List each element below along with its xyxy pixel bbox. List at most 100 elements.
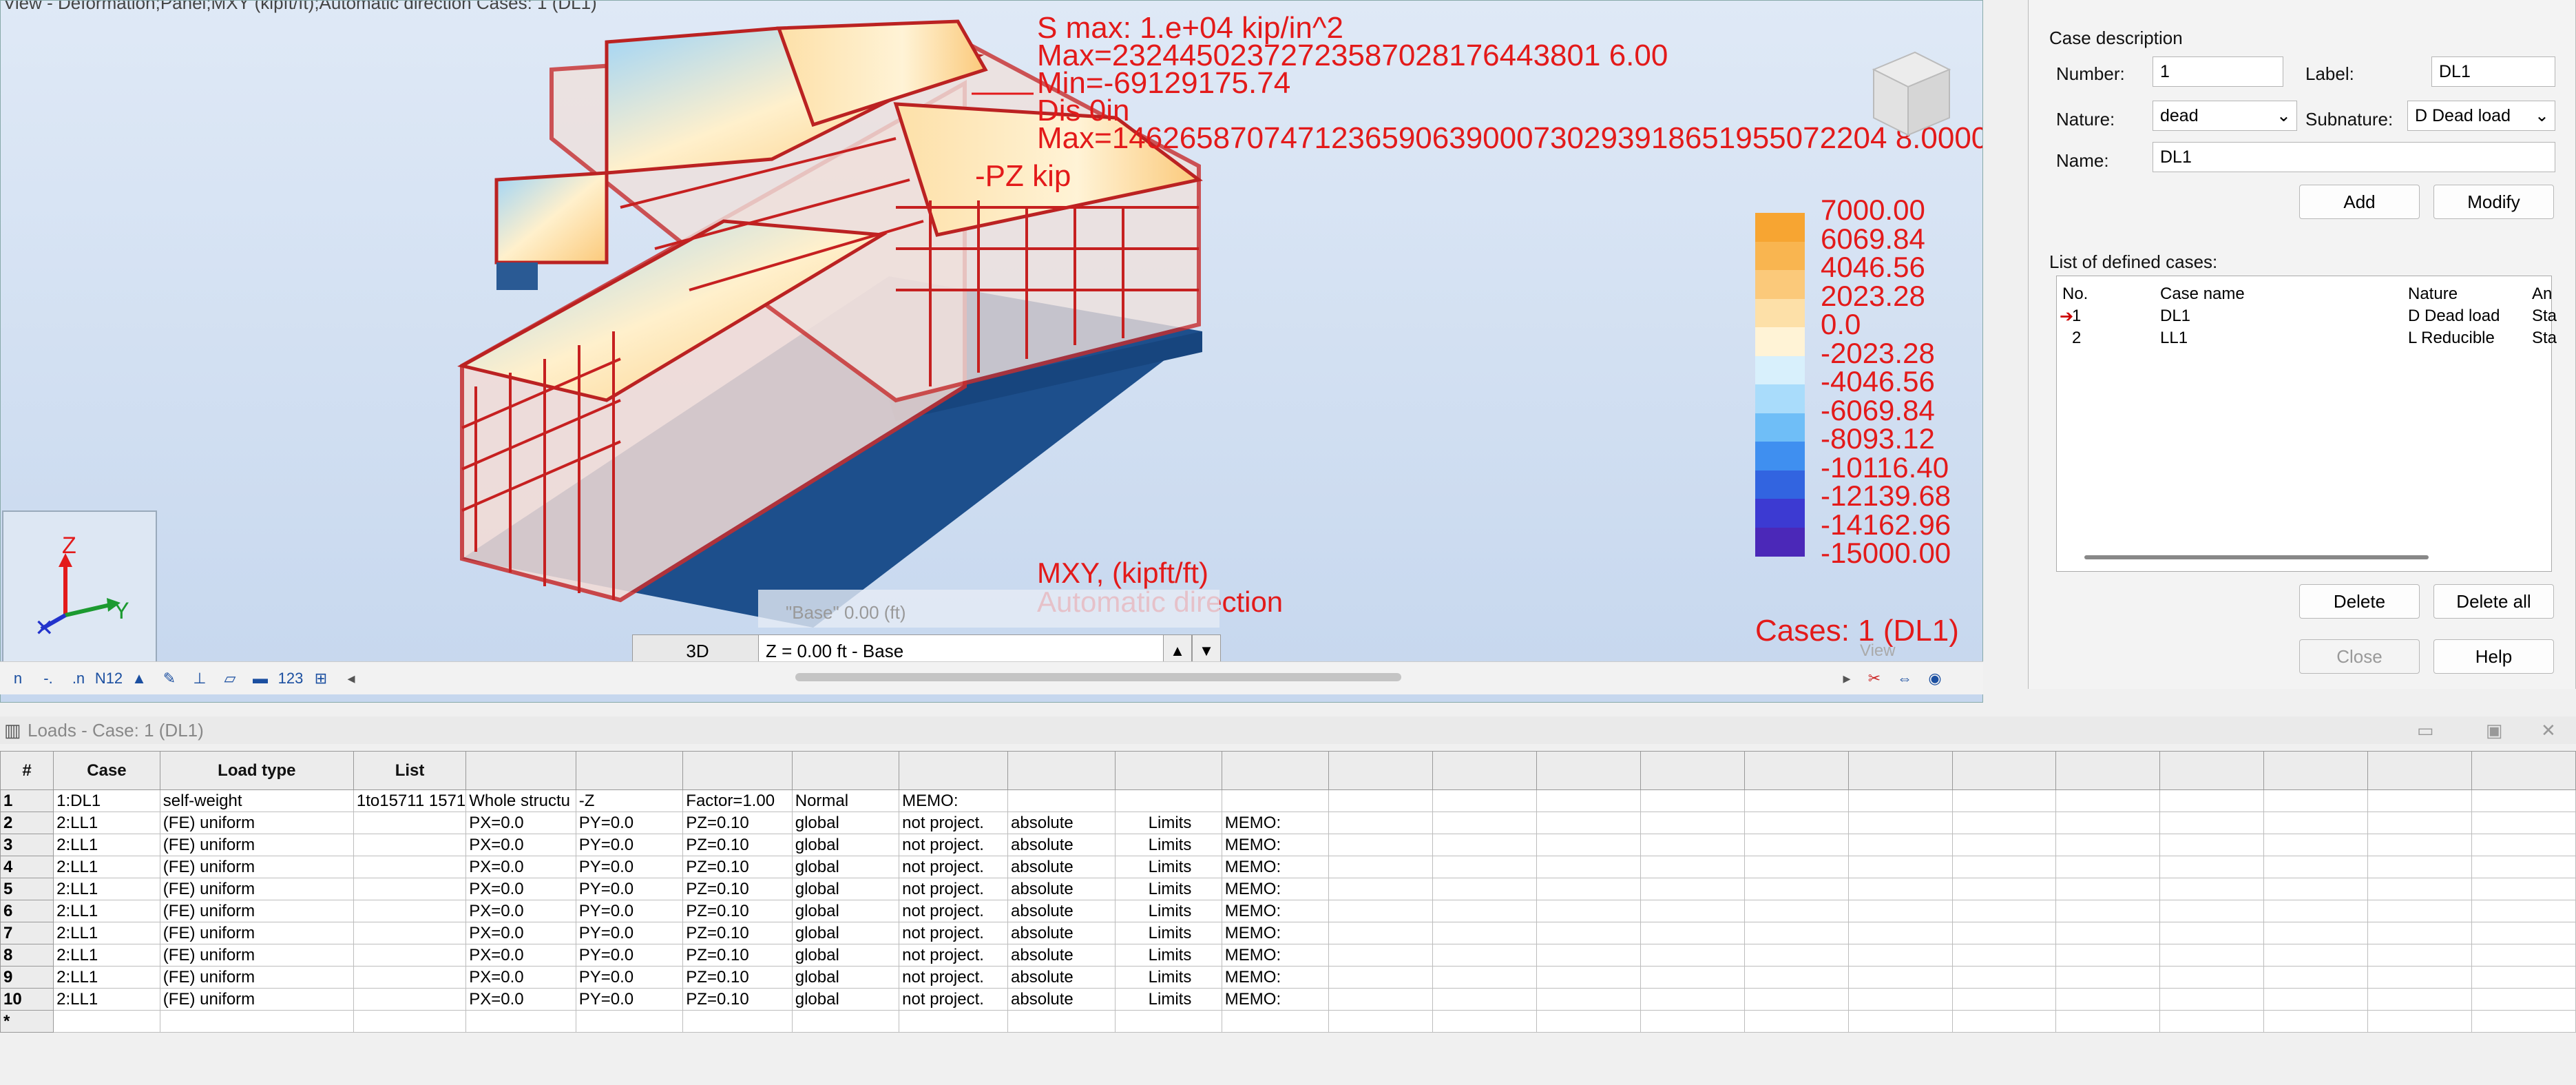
table-cell[interactable] xyxy=(1536,834,1642,856)
table-cell[interactable] xyxy=(1847,789,1953,812)
table-row[interactable]: 3 2:LL1 (FE) uniform PX=0.0 PY=0.0 PZ=0.10 glo… xyxy=(0,834,2576,856)
table-cell[interactable] xyxy=(1328,856,1434,878)
table-cell[interactable] xyxy=(1640,812,1745,834)
table-cell[interactable] xyxy=(2055,878,2161,900)
table-cell[interactable]: not project. xyxy=(899,878,1009,900)
table-cell[interactable] xyxy=(353,834,467,856)
column-header[interactable] xyxy=(1007,751,1116,790)
table-cell[interactable]: PY=0.0 xyxy=(575,900,684,922)
table-cell[interactable] xyxy=(1328,789,1434,812)
table-cell[interactable] xyxy=(1328,988,1434,1011)
table-cell[interactable] xyxy=(2055,988,2161,1011)
table-cell[interactable] xyxy=(1536,922,1642,944)
table-cell[interactable]: absolute xyxy=(1007,944,1116,967)
table-cell[interactable]: not project. xyxy=(899,988,1009,1011)
table-cell[interactable]: PY=0.0 xyxy=(575,812,684,834)
column-header[interactable] xyxy=(2055,751,2161,790)
name-field[interactable]: DL1 xyxy=(2153,142,2555,172)
table-cell[interactable]: MEMO: xyxy=(1221,834,1330,856)
table-cell[interactable] xyxy=(353,922,467,944)
defined-cases-list[interactable]: No. Case name Nature An ➔ 1 DL1 D Dead l… xyxy=(2056,276,2557,572)
table-cell[interactable]: absolute xyxy=(1007,834,1116,856)
list-scrollbar[interactable] xyxy=(2084,555,2429,559)
table-cell[interactable] xyxy=(2263,966,2369,989)
table-cell[interactable] xyxy=(1328,812,1434,834)
table-cell[interactable]: (FE) uniform xyxy=(159,856,354,878)
table-cell[interactable] xyxy=(353,812,467,834)
support-icon[interactable]: ▲ xyxy=(124,665,154,692)
table-cell[interactable]: MEMO: xyxy=(1221,988,1330,1011)
add-button[interactable]: Add xyxy=(2299,185,2420,219)
table-cell[interactable] xyxy=(2263,834,2369,856)
row-header[interactable]: 2 xyxy=(0,812,54,834)
table-cell[interactable]: (FE) uniform xyxy=(159,944,354,967)
table-row[interactable]: 1 1:DL1 self-weight 1to15711 1571 Whole stru… xyxy=(0,789,2576,812)
n12-icon[interactable]: N12 xyxy=(94,665,124,692)
maximize-icon[interactable]: ▣ xyxy=(2486,716,2503,744)
column-header[interactable]: Load type xyxy=(159,751,354,790)
table-cell[interactable] xyxy=(353,878,467,900)
table-cell[interactable] xyxy=(1536,856,1642,878)
table-cell[interactable] xyxy=(1640,988,1745,1011)
table-cell[interactable]: PY=0.0 xyxy=(575,856,684,878)
table-cell[interactable]: MEMO: xyxy=(1221,856,1330,878)
table-cell[interactable] xyxy=(2055,900,2161,922)
table-cell[interactable]: 2:LL1 xyxy=(53,988,160,1011)
table-cell[interactable] xyxy=(2159,900,2265,922)
column-header[interactable] xyxy=(2263,751,2369,790)
table-cell[interactable] xyxy=(1951,1010,2057,1033)
table-cell[interactable]: PZ=0.10 xyxy=(682,900,793,922)
table-cell[interactable] xyxy=(1328,944,1434,967)
table-cell[interactable] xyxy=(2055,1010,2161,1033)
column-header[interactable] xyxy=(1951,751,2057,790)
column-header[interactable] xyxy=(2471,751,2576,790)
table-cell[interactable] xyxy=(2159,944,2265,967)
table-cell[interactable]: 1to15711 1571 xyxy=(353,789,467,812)
table-cell[interactable] xyxy=(353,966,467,989)
table-cell[interactable] xyxy=(1640,834,1745,856)
table-cell[interactable] xyxy=(1432,878,1538,900)
label-field[interactable]: DL1 xyxy=(2431,56,2555,87)
table-cell[interactable]: Normal xyxy=(791,789,900,812)
table-cell[interactable]: 2:LL1 xyxy=(53,900,160,922)
column-header[interactable] xyxy=(1328,751,1434,790)
table-cell[interactable]: PZ=0.10 xyxy=(682,966,793,989)
table-cell[interactable]: MEMO: xyxy=(1221,944,1330,967)
table-cell[interactable]: PX=0.0 xyxy=(465,966,576,989)
column-header[interactable]: Case xyxy=(53,751,160,790)
column-header[interactable] xyxy=(1432,751,1538,790)
table-cell[interactable] xyxy=(1847,922,1953,944)
modify-button[interactable]: Modify xyxy=(2433,185,2554,219)
table-cell[interactable] xyxy=(1847,900,1953,922)
table-cell[interactable] xyxy=(1328,1010,1434,1033)
table-cell[interactable] xyxy=(1536,966,1642,989)
table-cell[interactable]: not project. xyxy=(899,922,1009,944)
table-cell[interactable] xyxy=(1640,944,1745,967)
table-cell[interactable] xyxy=(1221,789,1330,812)
table-cell[interactable] xyxy=(1432,789,1538,812)
table-cell[interactable] xyxy=(1951,900,2057,922)
table-cell[interactable]: PY=0.0 xyxy=(575,834,684,856)
table-cell[interactable]: Limits xyxy=(1115,900,1222,922)
column-header[interactable] xyxy=(791,751,900,790)
table-cell[interactable] xyxy=(1536,944,1642,967)
table-cell[interactable]: global xyxy=(791,812,900,834)
table-cell[interactable] xyxy=(1640,900,1745,922)
table-cell[interactable]: absolute xyxy=(1007,878,1116,900)
column-header[interactable] xyxy=(575,751,684,790)
table-cell[interactable] xyxy=(575,1010,684,1033)
table-cell[interactable]: absolute xyxy=(1007,900,1116,922)
table-cell[interactable] xyxy=(353,988,467,1011)
table-row[interactable]: 6 2:LL1 (FE) uniform PX=0.0 PY=0.0 PZ=0.10 glo… xyxy=(0,900,2576,922)
table-cell[interactable] xyxy=(2159,922,2265,944)
table-cell[interactable] xyxy=(791,1010,900,1033)
table-cell[interactable]: PZ=0.10 xyxy=(682,944,793,967)
table-cell[interactable] xyxy=(1536,812,1642,834)
table-cell[interactable] xyxy=(1115,1010,1222,1033)
table-cell[interactable]: (FE) uniform xyxy=(159,988,354,1011)
table-cell[interactable] xyxy=(1951,856,2057,878)
table-cell[interactable] xyxy=(2055,966,2161,989)
table-cell[interactable]: Whole structu xyxy=(465,789,576,812)
panel-icon[interactable]: ▱ xyxy=(215,665,245,692)
table-cell[interactable] xyxy=(1432,966,1538,989)
